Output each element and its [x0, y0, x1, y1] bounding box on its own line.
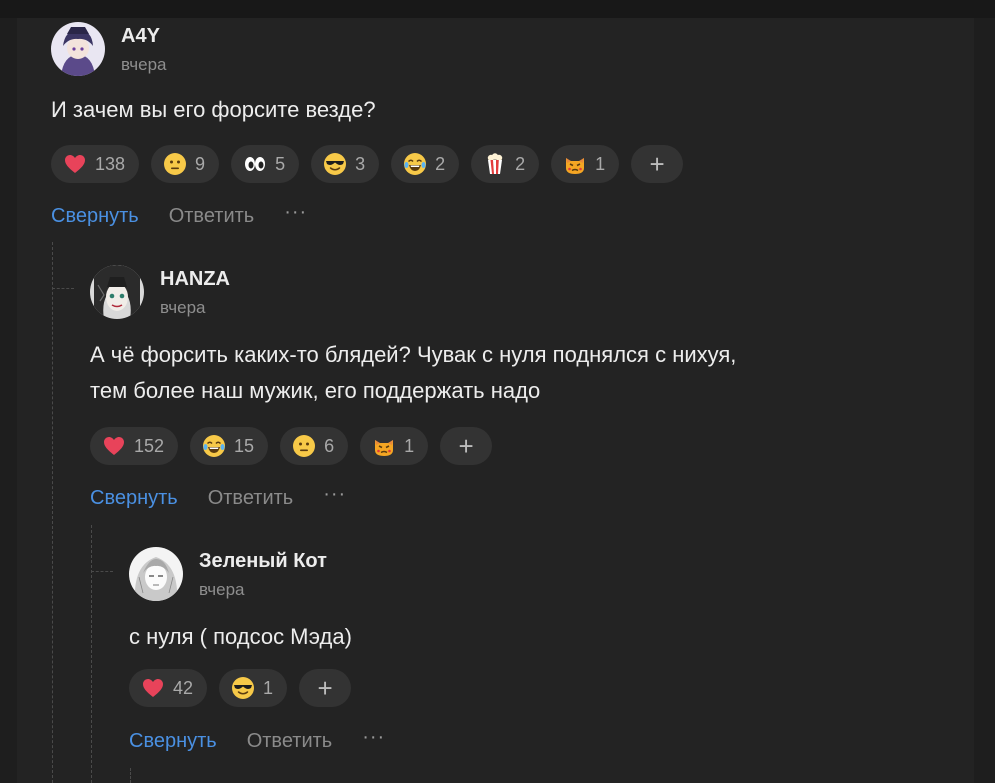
comment-time[interactable]: вчера — [121, 55, 167, 75]
comment-text: с нуля ( подсос Мэда) — [129, 624, 352, 649]
author-name[interactable]: A4Y — [121, 25, 160, 48]
reaction-sunglasses[interactable]: 3 — [311, 145, 380, 183]
reaction-count: 1 — [595, 153, 606, 174]
reaction-heart[interactable]: 138 — [51, 145, 140, 183]
author-name[interactable]: HANZA — [160, 268, 230, 291]
reaction-neutral[interactable]: 6 — [280, 427, 349, 465]
reactions-bar: 152 15 6 1 + — [90, 427, 493, 465]
thread-line-level-2[interactable] — [91, 525, 92, 783]
add-reaction-button[interactable]: + — [631, 145, 684, 183]
comment-text: А чё форсить каких-то блядей? Чувак с ну… — [90, 337, 736, 409]
top-bar — [0, 0, 995, 18]
avatar-hanza[interactable] — [90, 265, 144, 319]
reaction-neutral[interactable]: 9 — [151, 145, 220, 183]
comment-text: И зачем вы его форсите везде? — [51, 97, 376, 122]
heart-icon — [102, 434, 126, 458]
comment-time[interactable]: вчера — [160, 298, 206, 318]
reaction-joy[interactable]: 15 — [190, 427, 269, 465]
reaction-pouting-cat[interactable]: 1 — [551, 145, 620, 183]
comment-actions: Свернуть Ответить ··· — [90, 483, 346, 510]
reaction-pouting-cat[interactable]: 1 — [360, 427, 429, 465]
thread-elbow-level-2 — [91, 571, 113, 572]
more-options-icon[interactable]: ··· — [362, 726, 385, 749]
reaction-count: 152 — [134, 435, 165, 456]
collapse-button[interactable]: Свернуть — [90, 487, 178, 510]
popcorn-icon — [483, 152, 507, 176]
reaction-count: 9 — [195, 153, 206, 174]
avatar-zeleny-kot[interactable] — [129, 547, 183, 601]
thread-elbow-level-1 — [52, 288, 74, 289]
add-reaction-button[interactable]: + — [440, 427, 493, 465]
reply-button[interactable]: Ответить — [247, 730, 333, 753]
reaction-count: 15 — [234, 435, 255, 456]
reaction-sunglasses[interactable]: 1 — [219, 669, 288, 707]
reactions-bar: 42 1 + — [129, 669, 352, 707]
reaction-count: 1 — [263, 677, 274, 698]
sunglasses-face-icon — [231, 676, 255, 700]
eyes-icon — [243, 152, 267, 176]
reaction-popcorn[interactable]: 2 — [471, 145, 540, 183]
heart-icon — [63, 152, 87, 176]
reaction-count: 42 — [173, 677, 194, 698]
reaction-count: 6 — [324, 435, 335, 456]
more-options-icon[interactable]: ··· — [323, 483, 346, 506]
thread-line-level-1[interactable] — [52, 242, 53, 783]
comment-time[interactable]: вчера — [199, 580, 245, 600]
comment-text-line: А чё форсить каких-то блядей? Чувак с ну… — [90, 342, 737, 367]
reply-button[interactable]: Ответить — [208, 487, 294, 510]
collapse-button[interactable]: Свернуть — [129, 730, 217, 753]
reaction-count: 138 — [95, 153, 126, 174]
reaction-heart[interactable]: 42 — [129, 669, 208, 707]
pouting-cat-icon — [372, 434, 396, 458]
reaction-count: 1 — [404, 435, 415, 456]
reaction-count: 2 — [435, 153, 446, 174]
thread-line-level-3[interactable] — [130, 768, 131, 783]
plus-icon: + — [458, 431, 474, 461]
add-reaction-button[interactable]: + — [299, 669, 352, 707]
plus-icon: + — [317, 673, 333, 703]
neutral-face-icon — [292, 434, 316, 458]
reaction-joy[interactable]: 2 — [391, 145, 460, 183]
more-options-icon[interactable]: ··· — [284, 201, 307, 224]
reply-button[interactable]: Ответить — [169, 205, 255, 228]
reaction-eyes[interactable]: 5 — [231, 145, 300, 183]
neutral-face-icon — [163, 152, 187, 176]
joy-face-icon — [202, 434, 226, 458]
comment-actions: Свернуть Ответить ··· — [51, 201, 307, 228]
reaction-count: 3 — [355, 153, 366, 174]
pouting-cat-icon — [563, 152, 587, 176]
reaction-heart[interactable]: 152 — [90, 427, 179, 465]
reactions-bar: 138 9 5 3 2 2 1 + — [51, 145, 684, 183]
plus-icon: + — [649, 149, 665, 179]
heart-icon — [141, 676, 165, 700]
sunglasses-face-icon — [323, 152, 347, 176]
collapse-button[interactable]: Свернуть — [51, 205, 139, 228]
comment-text-line: тем более наш мужик, его поддержать надо — [90, 378, 541, 403]
author-name[interactable]: Зеленый Кот — [199, 550, 327, 573]
reaction-count: 2 — [515, 153, 526, 174]
avatar-a4y[interactable] — [51, 22, 105, 76]
comment-actions: Свернуть Ответить ··· — [129, 726, 385, 753]
joy-face-icon — [403, 152, 427, 176]
reaction-count: 5 — [275, 153, 286, 174]
